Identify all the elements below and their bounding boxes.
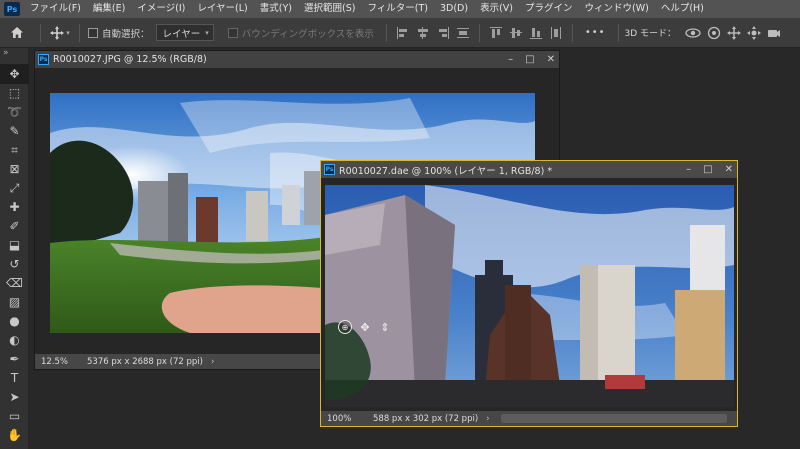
divider	[40, 23, 41, 42]
align-left-icon[interactable]	[396, 26, 410, 40]
menu-edit[interactable]: 編集(E)	[87, 0, 131, 18]
chevron-down-icon: ▾	[205, 28, 209, 37]
document-title-bar[interactable]: Ps R0010027.dae @ 100% (レイヤー 1, RGB/8) *…	[321, 161, 737, 178]
maximize-button[interactable]: □	[703, 164, 712, 175]
collapse-toolbar-button[interactable]: »	[3, 48, 9, 58]
align-horizontal-center-icon[interactable]	[416, 26, 430, 40]
menu-layer[interactable]: レイヤー(L)	[191, 0, 253, 18]
frame-icon[interactable]: ⊠	[0, 159, 29, 179]
close-button[interactable]: ✕	[547, 54, 555, 65]
document-status-bar: 100% 588 px x 302 px (72 ppi) ›	[321, 411, 737, 426]
minimize-button[interactable]: –	[686, 164, 691, 175]
show-bounding-box-label: バウンディングボックスを表示	[241, 28, 374, 40]
menu-image[interactable]: イメージ(I)	[131, 0, 191, 18]
maximize-button[interactable]: □	[525, 54, 534, 65]
divider	[571, 23, 573, 42]
document-title: R0010027.dae @ 100% (レイヤー 1, RGB/8) *	[339, 165, 553, 177]
distribute-vertical-icon[interactable]	[456, 26, 470, 40]
dodge-icon[interactable]: ◐	[0, 330, 29, 350]
menu-help[interactable]: ヘルプ(H)	[655, 0, 710, 18]
menu-plugins[interactable]: プラグイン	[519, 0, 579, 18]
brush-icon[interactable]: ✐	[0, 216, 29, 236]
gradient-icon[interactable]: ▨	[0, 292, 29, 312]
document-info: 588 px x 302 px (72 ppi)	[373, 413, 479, 424]
zoom-level[interactable]: 100%	[321, 414, 367, 424]
align-vertical-center-icon[interactable]	[509, 26, 523, 40]
document-title: R0010027.JPG @ 12.5% (RGB/8)	[53, 54, 207, 65]
path-select-icon[interactable]: ➤	[0, 387, 29, 407]
auto-select-label: 自動選択：	[102, 28, 150, 40]
camera-3d-icon[interactable]	[767, 27, 781, 39]
quick-select-icon[interactable]: ✎	[0, 121, 29, 141]
pen-icon[interactable]: ✒	[0, 349, 29, 369]
auto-select-target-value: レイヤー	[162, 28, 201, 40]
align-right-icon[interactable]	[436, 26, 450, 40]
blur-icon[interactable]: ●	[0, 311, 29, 331]
ps-document-icon: Ps	[38, 54, 49, 65]
shape-icon[interactable]: ▭	[0, 406, 29, 426]
menu-file[interactable]: ファイル(F)	[24, 0, 87, 18]
menu-3d[interactable]: 3D(D)	[434, 0, 474, 18]
menu-filter[interactable]: フィルター(T)	[361, 0, 434, 18]
align-top-icon[interactable]	[489, 26, 503, 40]
divider	[79, 23, 80, 42]
horizontal-scrollbar[interactable]	[501, 414, 727, 423]
3d-scene-canvas[interactable]	[325, 185, 734, 407]
ps-document-icon: Ps	[324, 164, 335, 175]
document-info: 5376 px x 2688 px (72 ppi)	[87, 356, 203, 367]
type-icon[interactable]: T	[0, 368, 29, 388]
hand-icon[interactable]: ✋	[0, 425, 29, 445]
tools-panel: » ✥⬚➰✎⌗⊠⤢✚✐⬓↺⌫▨●◐✒T➤▭✋⚲	[0, 48, 29, 449]
roll-3d-icon[interactable]	[707, 26, 721, 40]
home-icon[interactable]	[0, 26, 34, 39]
move-tool-preset-icon[interactable]: ▾	[47, 25, 73, 40]
pan-3d-icon[interactable]	[727, 25, 742, 40]
divider	[385, 23, 387, 42]
options-bar: ▾ 自動選択： レイヤー ▾ バウンディングボックスを表示 ••• 3D モード…	[0, 18, 800, 48]
menu-view[interactable]: 表示(V)	[474, 0, 519, 18]
history-brush-icon[interactable]: ↺	[0, 254, 29, 274]
auto-select-checkbox[interactable]	[88, 27, 98, 38]
lasso-icon[interactable]: ➰	[0, 102, 29, 122]
status-menu-arrow[interactable]: ›	[211, 357, 214, 367]
move-icon[interactable]: ✥	[0, 64, 29, 84]
align-bottom-icon[interactable]	[529, 26, 543, 40]
status-menu-arrow[interactable]: ›	[486, 414, 489, 424]
document-window-dae: Ps R0010027.dae @ 100% (レイヤー 1, RGB/8) *…	[320, 160, 738, 427]
zoom-level[interactable]: 12.5%	[35, 357, 81, 367]
orbit-widget-icon[interactable]: ⊕	[338, 320, 352, 334]
scale-widget-icon[interactable]: ⇕	[378, 320, 392, 334]
eraser-icon[interactable]: ⌫	[0, 273, 29, 293]
zoom-icon[interactable]: ⚲	[0, 444, 29, 449]
eyedropper-icon[interactable]: ⤢	[0, 178, 29, 198]
menu-select[interactable]: 選択範囲(S)	[298, 0, 361, 18]
menu-window[interactable]: ウィンドウ(W)	[579, 0, 655, 18]
document-title-bar[interactable]: Ps R0010027.JPG @ 12.5% (RGB/8) – □ ✕	[35, 51, 559, 68]
slide-3d-icon[interactable]	[747, 25, 762, 40]
divider	[478, 23, 480, 42]
close-button[interactable]: ✕	[725, 164, 733, 175]
stamp-icon[interactable]: ⬓	[0, 235, 29, 255]
marquee-icon[interactable]: ⬚	[0, 83, 29, 103]
menu-bar: Ps ファイル(F) 編集(E) イメージ(I) レイヤー(L) 書式(Y) 選…	[0, 0, 800, 18]
crop-icon[interactable]: ⌗	[0, 140, 29, 160]
orbit-3d-icon[interactable]	[685, 26, 701, 40]
auto-select-target-dropdown[interactable]: レイヤー ▾	[155, 24, 214, 41]
menu-type[interactable]: 書式(Y)	[254, 0, 298, 18]
photoshop-logo: Ps	[4, 2, 20, 16]
healing-icon[interactable]: ✚	[0, 197, 29, 217]
distribute-horizontal-icon[interactable]	[549, 26, 563, 40]
3d-axis-widget: ⊕ ✥ ⇕	[338, 320, 392, 334]
more-options-button[interactable]: •••	[585, 27, 606, 38]
3d-mode-label: 3D モード：	[624, 29, 677, 39]
show-bounding-box-checkbox[interactable]	[227, 27, 238, 38]
minimize-button[interactable]: –	[508, 54, 513, 65]
move-widget-icon[interactable]: ✥	[358, 320, 372, 334]
divider	[617, 23, 619, 42]
